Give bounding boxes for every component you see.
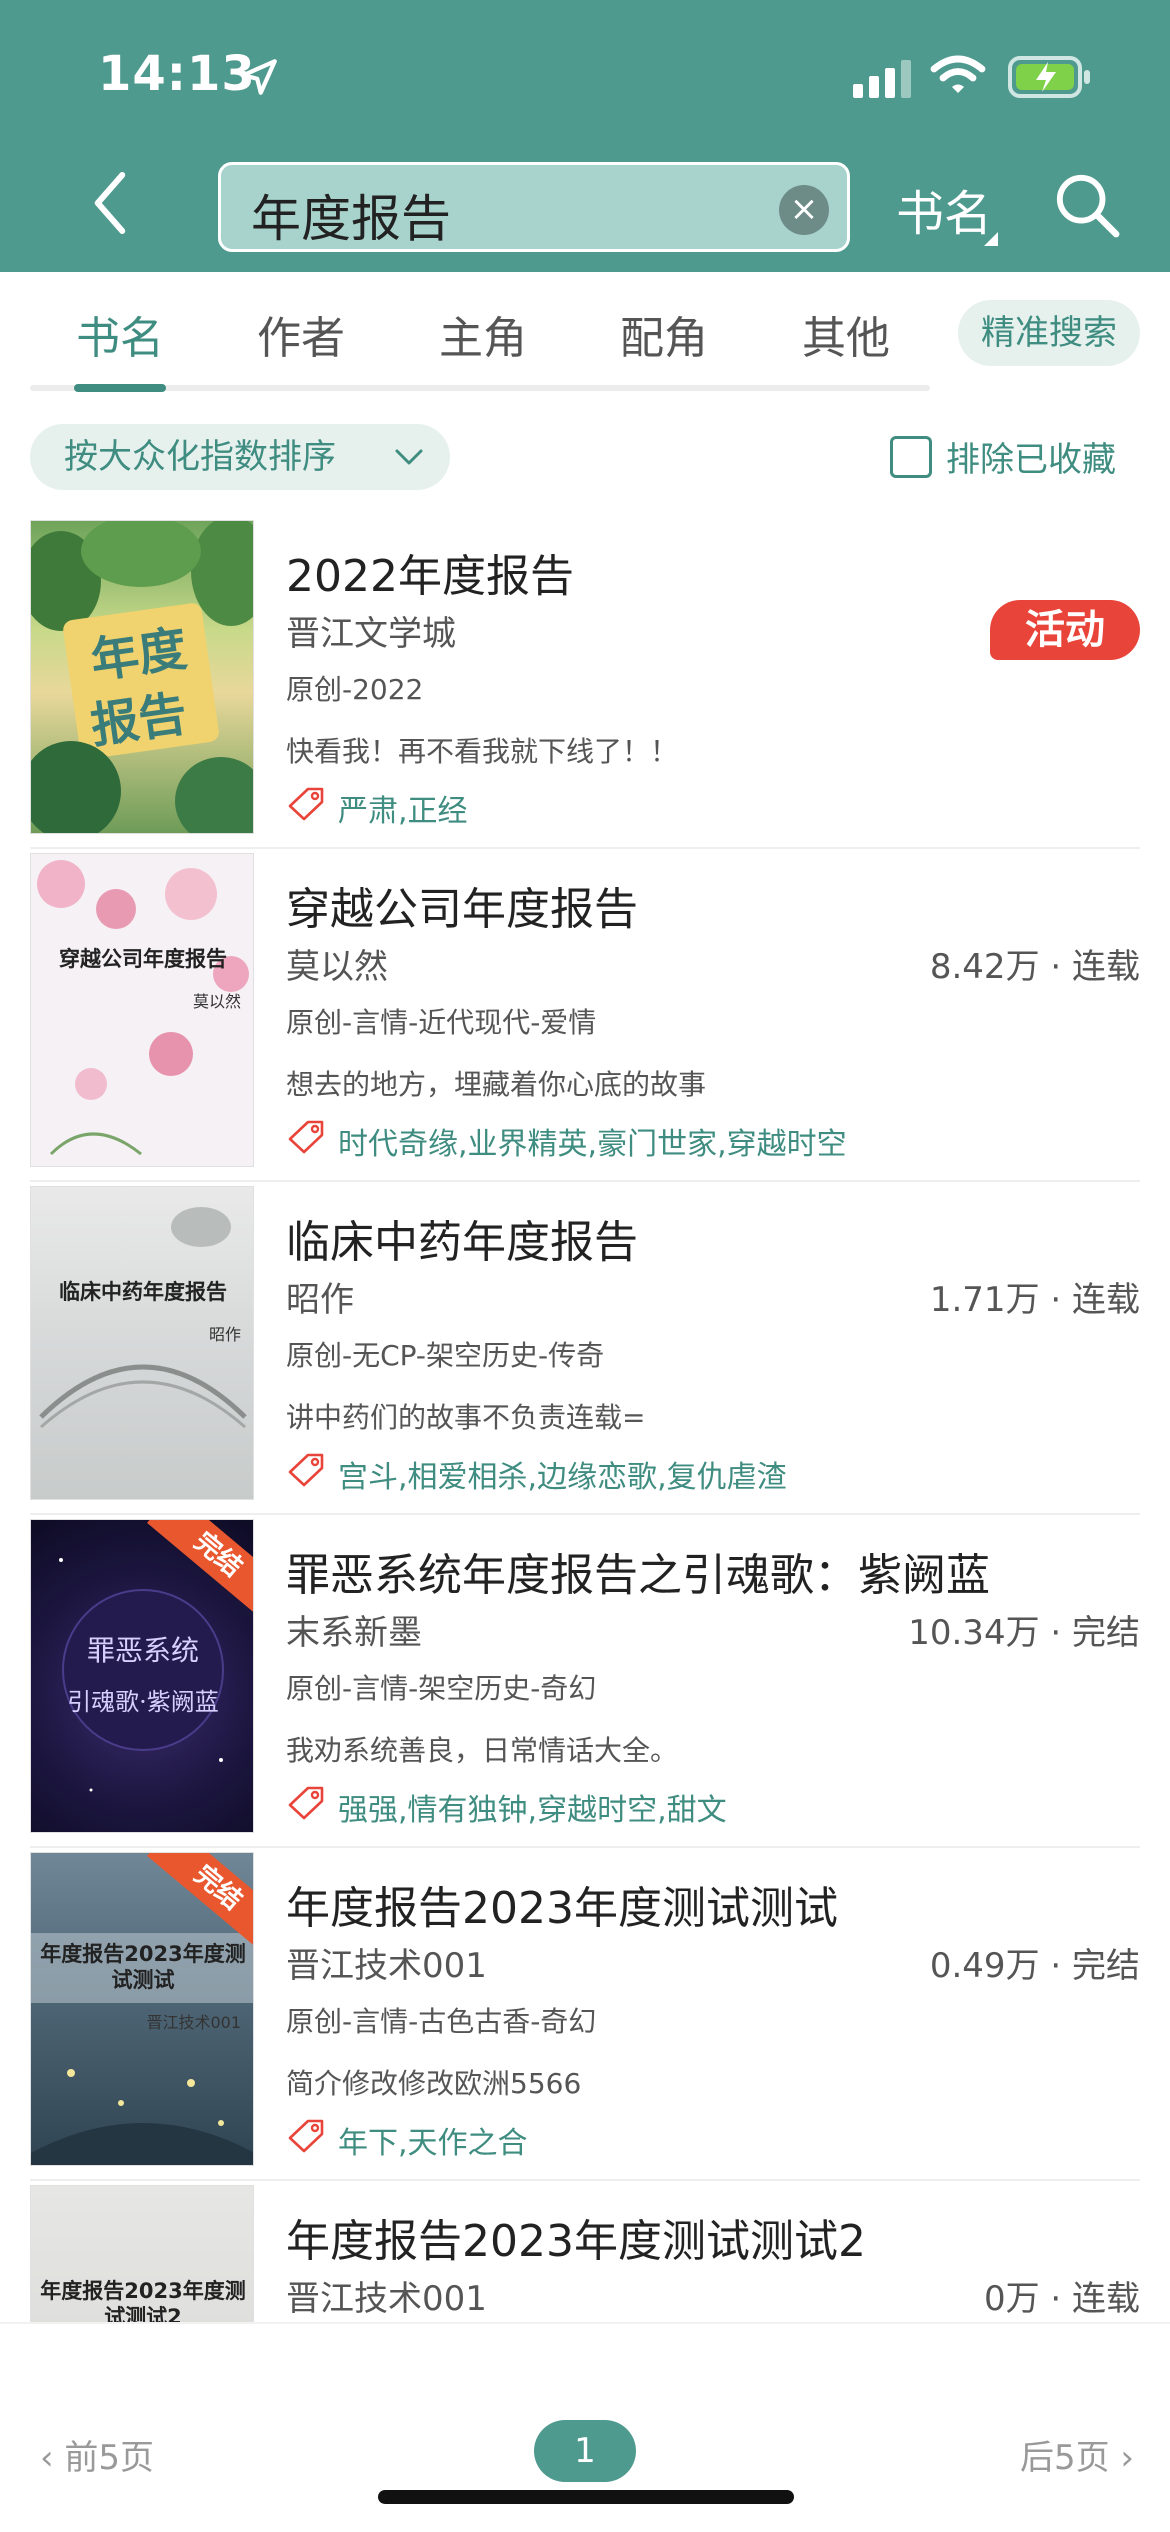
book-category: 原创-2022 — [286, 673, 424, 706]
book-author[interactable]: 昭作 — [286, 1272, 354, 1321]
book-author[interactable]: 末系新墨 — [286, 1605, 422, 1654]
book-title: 2022年度报告 — [286, 551, 574, 602]
book-title: 临床中药年度报告 — [286, 1217, 638, 1268]
book-description: 我劝系统善良，日常情话大全。 — [286, 1734, 679, 1767]
book-category: 原创-言情-架空历史-奇幻 — [286, 1672, 597, 1705]
tag-icon — [288, 1453, 324, 1487]
book-category: 原创-言情-古色古香-奇幻 — [286, 2005, 597, 2038]
tag-icon — [288, 2119, 324, 2153]
book-description: 想去的地方，埋藏着你心底的故事 — [286, 1068, 707, 1101]
current-page-indicator[interactable]: 1 — [534, 2420, 636, 2482]
search-input[interactable]: 年度报告 × — [218, 162, 850, 252]
tab-title[interactable]: 书名 — [76, 302, 164, 366]
chevron-down-icon — [395, 449, 423, 465]
status-time: 14:13 — [98, 46, 256, 102]
precise-search-button[interactable]: 精准搜索 — [958, 300, 1140, 366]
sort-label: 按大众化指数排序 — [64, 437, 336, 477]
book-list-item[interactable]: 罪恶系统 引魂歌·紫阙蓝 完结 罪恶系统年度报告之引魂歌：紫阙蓝 末系新墨 10… — [0, 1515, 1170, 1848]
cover-title: 年度报告2023年度测试测试2 — [40, 2279, 246, 2322]
search-category-tabs: 书名 作者 主角 配角 其他 精准搜索 — [0, 272, 1170, 392]
book-tags: 强强,情有独钟,穿越时空,甜文 — [338, 1793, 727, 1828]
book-list-item[interactable]: 年度报告2023年度测试测试 晋江技术001 完结 年度报告2023年度测试测试… — [0, 1848, 1170, 2181]
cover-author: 昭作 — [208, 1325, 241, 1344]
book-cover: 年度报告2023年度测试测试2 — [30, 2185, 254, 2322]
book-list-item[interactable]: 临床中药年度报告 昭作 临床中药年度报告 昭作 1.71万 · 连载 原创-无C… — [0, 1182, 1170, 1515]
home-indicator — [378, 2490, 794, 2504]
book-tags: 严肃,正经 — [338, 794, 468, 829]
chevron-left-icon: ‹ — [40, 2438, 65, 2478]
book-category: 原创-言情-近代现代-爱情 — [286, 1006, 597, 1039]
book-title: 年度报告2023年度测试测试 — [286, 1883, 838, 1934]
book-stats: 1.71万 · 连载 — [929, 1280, 1140, 1320]
book-stats: 0万 · 连载 — [983, 2279, 1140, 2319]
book-list-item[interactable]: 穿越公司年度报告 莫以然 穿越公司年度报告 莫以然 8.42万 · 连载 原创-… — [0, 849, 1170, 1182]
app-header: 14:13 年度报告 × 书名 — [0, 0, 1170, 272]
tab-supporting[interactable]: 配角 — [620, 302, 708, 366]
exclude-favorites-label: 排除已收藏 — [946, 440, 1116, 480]
book-category: 原创-无CP-架空历史-传奇 — [286, 1339, 605, 1372]
tag-icon — [288, 1786, 324, 1820]
book-description: 讲中药们的故事不负责连载= — [286, 1401, 646, 1434]
tab-protagonist[interactable]: 主角 — [439, 302, 527, 366]
book-list-item[interactable]: 年度 报告 2022年度报告 晋江文学城 活动 原创-2022 快看我！再不看我… — [0, 516, 1170, 849]
book-cover: 临床中药年度报告 昭作 — [30, 1186, 254, 1500]
tab-author[interactable]: 作者 — [257, 302, 345, 366]
book-author[interactable]: 晋江技术001 — [286, 2271, 487, 2320]
exclude-favorites-checkbox[interactable] — [890, 436, 932, 478]
book-cover: 穿越公司年度报告 莫以然 — [30, 853, 254, 1167]
search-type-dropdown[interactable]: 书名 — [896, 174, 992, 244]
prev-pages-label: 前5页 — [64, 2438, 155, 2478]
sort-dropdown[interactable]: 按大众化指数排序 — [30, 424, 450, 490]
book-list: 年度 报告 2022年度报告 晋江文学城 活动 原创-2022 快看我！再不看我… — [0, 516, 1170, 2322]
svg-text:引魂歌·紫阙蓝: 引魂歌·紫阙蓝 — [67, 1688, 219, 1716]
active-tab-indicator — [74, 384, 166, 392]
next-pages-label: 后5页 — [1019, 2438, 1110, 2478]
chevron-right-icon: › — [1109, 2438, 1134, 2478]
svg-text:罪恶系统: 罪恶系统 — [87, 1634, 199, 1667]
book-stats: 8.42万 · 连载 — [929, 947, 1140, 987]
book-tags: 时代奇缘,业界精英,豪门世家,穿越时空 — [338, 1127, 847, 1162]
book-title: 年度报告2023年度测试测试2 — [286, 2216, 866, 2267]
book-title: 穿越公司年度报告 — [286, 884, 638, 935]
tab-other[interactable]: 其他 — [802, 302, 890, 366]
cover-author: 莫以然 — [192, 992, 241, 1011]
book-tags: 宫斗,相爱相杀,边缘恋歌,复仇虐渣 — [338, 1460, 787, 1495]
tag-icon — [288, 1120, 324, 1154]
book-title: 罪恶系统年度报告之引魂歌：紫阙蓝 — [286, 1550, 990, 1601]
book-author[interactable]: 莫以然 — [286, 939, 388, 988]
book-stats: 0.49万 · 完结 — [929, 1946, 1140, 1986]
book-tags: 年下,天作之合 — [338, 2126, 528, 2161]
cover-author: 晋江技术001 — [146, 2013, 241, 2032]
back-arrow-icon[interactable] — [80, 168, 140, 238]
book-author[interactable]: 晋江文学城 — [286, 606, 456, 655]
tag-icon — [288, 787, 324, 821]
book-cover: 年度 报告 — [30, 520, 254, 834]
cover-title: 穿越公司年度报告 — [59, 947, 227, 971]
book-author[interactable]: 晋江技术001 — [286, 1938, 487, 1987]
search-query-text: 年度报告 — [251, 190, 451, 248]
battery-charging-icon — [1008, 56, 1090, 98]
book-description: 简介修改修改欧洲5566 — [286, 2067, 582, 2100]
book-cover: 罪恶系统 引魂歌·紫阙蓝 完结 — [30, 1519, 254, 1833]
cover-title: 年度报告2023年度测试测试 — [40, 1942, 246, 1992]
book-cover: 年度报告2023年度测试测试 晋江技术001 完结 — [30, 1852, 254, 2166]
dropdown-caret-icon — [984, 232, 998, 246]
cellular-signal-icon — [853, 60, 911, 98]
cover-title: 临床中药年度报告 — [59, 1280, 227, 1304]
prev-five-pages-button[interactable]: ‹ 前5页 — [40, 2430, 154, 2479]
book-description: 快看我！再不看我就下线了！！ — [286, 735, 679, 768]
location-arrow-icon — [241, 59, 277, 95]
wifi-icon — [930, 55, 986, 93]
next-five-pages-button[interactable]: 后5页 › — [1020, 2430, 1134, 2479]
clear-search-button[interactable]: × — [779, 185, 829, 235]
search-icon[interactable] — [1054, 172, 1120, 238]
cover-illustration: 年度 报告 — [31, 521, 253, 833]
activity-badge: 活动 — [990, 600, 1140, 660]
book-list-item[interactable]: 年度报告2023年度测试测试2 年度报告2023年度测试测试2 晋江技术001 … — [0, 2181, 1170, 2322]
book-stats: 10.34万 · 完结 — [908, 1613, 1140, 1653]
